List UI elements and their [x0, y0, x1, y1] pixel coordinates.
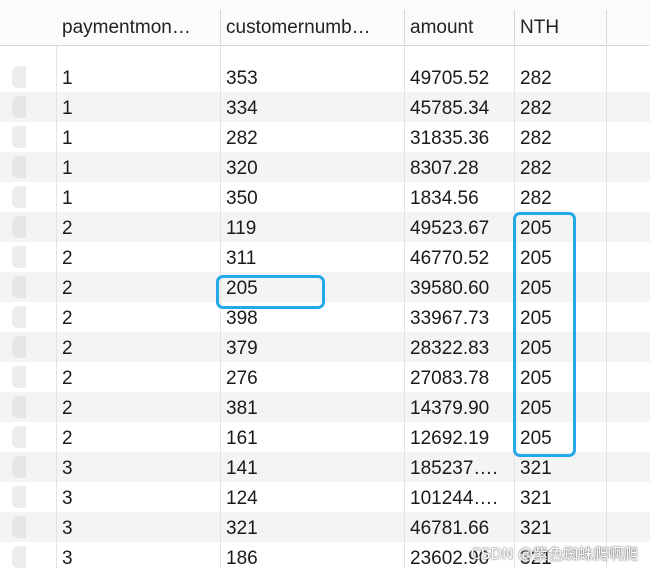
cell-paymentmonth[interactable]: 3 [56, 482, 220, 512]
cell-customernumber[interactable]: 350 [220, 182, 404, 212]
table-row[interactable]: 1 353 49705.52 282 [0, 62, 650, 92]
highlight-customer-205 [216, 275, 325, 309]
cell-customernumber[interactable]: 161 [220, 422, 404, 452]
cell-paymentmonth[interactable]: 1 [56, 92, 220, 122]
column-divider [606, 46, 607, 568]
cell-nth[interactable]: 321 [514, 512, 606, 542]
row-selector[interactable] [12, 306, 26, 328]
row-selector[interactable] [12, 126, 26, 148]
cell-paymentmonth[interactable]: 2 [56, 302, 220, 332]
row-selector[interactable] [12, 246, 26, 268]
row-selector[interactable] [12, 66, 26, 88]
grid-header: paymentmon… customernumb… amount NTH [0, 0, 650, 46]
cell-paymentmonth[interactable]: 2 [56, 422, 220, 452]
row-selector[interactable] [12, 276, 26, 298]
cell-customernumber[interactable]: 381 [220, 392, 404, 422]
cell-amount[interactable]: 185237…. [404, 452, 514, 482]
row-selector[interactable] [12, 336, 26, 358]
cell-amount[interactable]: 49523.67 [404, 212, 514, 242]
table-row[interactable]: 1 334 45785.34 282 [0, 92, 650, 122]
cell-paymentmonth[interactable]: 2 [56, 362, 220, 392]
cell-amount[interactable]: 46781.66 [404, 512, 514, 542]
cell-customernumber[interactable]: 141 [220, 452, 404, 482]
cell-paymentmonth[interactable]: 2 [56, 332, 220, 362]
row-selector[interactable] [12, 426, 26, 448]
cell-customernumber[interactable]: 353 [220, 62, 404, 92]
table-row[interactable]: 1 350 1834.56 282 [0, 182, 650, 212]
cell-amount[interactable]: 31835.36 [404, 122, 514, 152]
column-header-amount[interactable]: amount [404, 0, 514, 46]
cell-amount[interactable]: 33967.73 [404, 302, 514, 332]
cell-amount[interactable]: 101244…. [404, 482, 514, 512]
cell-paymentmonth[interactable]: 1 [56, 62, 220, 92]
row-selector[interactable] [12, 396, 26, 418]
cell-customernumber[interactable]: 334 [220, 92, 404, 122]
cell-amount[interactable]: 46770.52 [404, 242, 514, 272]
cell-amount[interactable]: 28322.83 [404, 332, 514, 362]
table-row[interactable]: 3 124 101244…. 321 [0, 482, 650, 512]
cell-customernumber[interactable]: 276 [220, 362, 404, 392]
column-header-customernumber[interactable]: customernumb… [220, 0, 404, 46]
cell-amount[interactable]: 8307.28 [404, 152, 514, 182]
cell-paymentmonth[interactable]: 2 [56, 272, 220, 302]
row-selector[interactable] [12, 156, 26, 178]
cell-amount[interactable]: 12692.19 [404, 422, 514, 452]
row-selector[interactable] [12, 96, 26, 118]
cell-paymentmonth[interactable]: 1 [56, 152, 220, 182]
cell-nth[interactable]: 282 [514, 92, 606, 122]
watermark: CSDN @紫色蜘蛛爬啊爬 [470, 545, 638, 563]
row-selector[interactable] [12, 516, 26, 538]
cell-nth[interactable]: 282 [514, 122, 606, 152]
column-header-paymentmonth[interactable]: paymentmon… [56, 0, 220, 46]
cell-customernumber[interactable]: 282 [220, 122, 404, 152]
cell-paymentmonth[interactable]: 1 [56, 122, 220, 152]
cell-amount[interactable]: 49705.52 [404, 62, 514, 92]
column-divider [56, 46, 57, 568]
cell-amount[interactable]: 27083.78 [404, 362, 514, 392]
cell-nth[interactable]: 282 [514, 182, 606, 212]
cell-amount[interactable]: 45785.34 [404, 92, 514, 122]
column-divider [404, 46, 405, 568]
cell-paymentmonth[interactable]: 2 [56, 212, 220, 242]
row-selector[interactable] [12, 216, 26, 238]
row-selector[interactable] [12, 486, 26, 508]
cell-paymentmonth[interactable]: 2 [56, 242, 220, 272]
column-header-nth[interactable]: NTH [514, 0, 606, 46]
cell-customernumber[interactable]: 119 [220, 212, 404, 242]
highlight-nth-205-group [513, 212, 576, 457]
column-resize-handle[interactable] [606, 10, 607, 44]
cell-amount[interactable]: 14379.90 [404, 392, 514, 422]
cell-paymentmonth[interactable]: 2 [56, 392, 220, 422]
cell-customernumber[interactable]: 124 [220, 482, 404, 512]
cell-customernumber[interactable]: 311 [220, 242, 404, 272]
cell-nth[interactable]: 282 [514, 62, 606, 92]
cell-nth[interactable]: 282 [514, 152, 606, 182]
row-selector[interactable] [12, 546, 26, 568]
cell-paymentmonth[interactable]: 3 [56, 512, 220, 542]
cell-customernumber[interactable]: 321 [220, 512, 404, 542]
cell-amount[interactable]: 1834.56 [404, 182, 514, 212]
row-selector[interactable] [12, 186, 26, 208]
table-row[interactable]: 3 321 46781.66 321 [0, 512, 650, 542]
table-row[interactable]: 1 282 31835.36 282 [0, 122, 650, 152]
cell-paymentmonth[interactable]: 3 [56, 452, 220, 482]
row-selector[interactable] [12, 366, 26, 388]
cell-customernumber[interactable]: 379 [220, 332, 404, 362]
row-selector[interactable] [12, 456, 26, 478]
cell-nth[interactable]: 321 [514, 482, 606, 512]
table-row[interactable]: 1 320 8307.28 282 [0, 152, 650, 182]
cell-paymentmonth[interactable]: 1 [56, 182, 220, 212]
cell-amount[interactable]: 39580.60 [404, 272, 514, 302]
result-grid: paymentmon… customernumb… amount NTH 1 35… [0, 0, 650, 569]
cell-customernumber[interactable]: 320 [220, 152, 404, 182]
